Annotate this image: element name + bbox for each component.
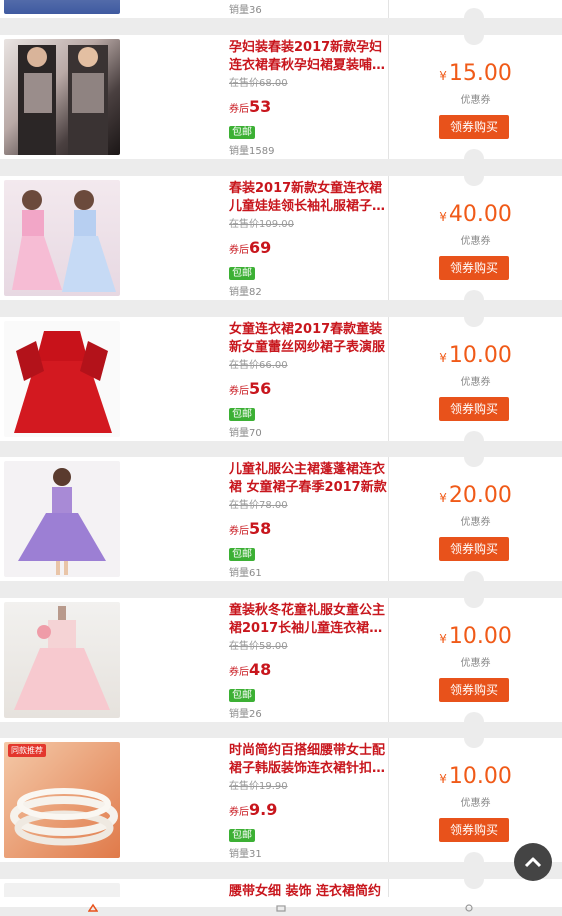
coupon-value: ¥15.00 (439, 61, 512, 86)
buy-button[interactable]: 领券购买 (439, 115, 509, 139)
coupon-label: 优惠券 (460, 236, 491, 247)
product-image[interactable] (4, 180, 120, 296)
notch (464, 447, 484, 467)
product-title[interactable]: 女童连衣裙2017春款童装新女童蕾丝网纱裙子表演服 (229, 321, 387, 357)
coupon-label: 优惠券 (460, 798, 491, 809)
product-card[interactable]: 春装2017新款女童连衣裙儿童娃娃领长袖礼服裙子公主裙 在售价109.00 券后… (0, 166, 562, 310)
buy-button[interactable]: 领券购买 (439, 397, 509, 421)
buy-button[interactable]: 领券购买 (439, 818, 509, 842)
sales-count: 销量61 (229, 568, 262, 579)
product-image[interactable] (4, 321, 120, 437)
coupon-value: ¥10.00 (439, 764, 512, 789)
free-shipping-badge: 包邮 (229, 829, 255, 842)
coupon-after-price: 券后56 (229, 379, 272, 398)
product-card-partial-top[interactable]: 销量36 (0, 0, 562, 28)
coupon-label: 优惠券 (460, 95, 491, 106)
original-price: 在售价58.00 (229, 641, 288, 652)
coupon-after-price: 券后58 (229, 519, 272, 538)
product-title[interactable]: 童装秋冬花童礼服女童公主裙2017长袖儿童连衣裙纱裙 (229, 602, 387, 638)
sales-count: 销量31 (229, 849, 262, 860)
bottom-tab-bar (0, 897, 562, 912)
product-card[interactable]: 同款推荐 时尚简约百搭细腰带女士配裙子韩版装饰连衣裙针扣皮带 在售价19.90 … (0, 728, 562, 872)
original-price: 在售价68.00 (229, 78, 288, 89)
buy-button[interactable]: 领券购买 (439, 256, 509, 280)
product-title[interactable]: 儿童礼服公主裙蓬蓬裙连衣裙 女童裙子春季2017新款 (229, 461, 387, 497)
buy-button[interactable]: 领券购买 (439, 678, 509, 702)
product-image[interactable] (4, 39, 120, 155)
notch (464, 25, 484, 45)
product-title[interactable]: 春装2017新款女童连衣裙儿童娃娃领长袖礼服裙子公主裙 (229, 180, 387, 216)
free-shipping-badge: 包邮 (229, 126, 255, 139)
product-image[interactable]: 同款推荐 (4, 742, 120, 858)
sales-count: 销量1589 (229, 146, 275, 157)
coupon-label: 优惠券 (460, 658, 491, 669)
coupon-after-price: 券后53 (229, 97, 272, 116)
back-to-top-button[interactable] (514, 843, 552, 881)
coupon-panel: ¥10.00 优惠券 领券购买 (389, 588, 562, 732)
notch (464, 588, 484, 608)
coupon-value: ¥10.00 (439, 624, 512, 649)
coupon-panel: ¥40.00 优惠券 领券购买 (389, 166, 562, 310)
product-title[interactable]: 时尚简约百搭细腰带女士配裙子韩版装饰连衣裙针扣皮带 (229, 742, 387, 778)
coupon-panel: ¥20.00 优惠券 领券购买 (389, 447, 562, 591)
product-card[interactable]: 女童连衣裙2017春款童装新女童蕾丝网纱裙子表演服 在售价66.00 券后56 … (0, 307, 562, 451)
notch (464, 307, 484, 327)
product-image[interactable] (4, 461, 120, 577)
notch (464, 869, 484, 889)
coupon-value: ¥10.00 (439, 343, 512, 368)
coupon-after-price: 券后48 (229, 660, 272, 679)
notch (464, 166, 484, 186)
original-price: 在售价109.00 (229, 219, 294, 230)
free-shipping-badge: 包邮 (229, 267, 255, 280)
buy-button[interactable]: 领券购买 (439, 537, 509, 561)
product-image[interactable] (4, 0, 120, 14)
product-image[interactable] (4, 602, 120, 718)
product-card[interactable]: 孕妇装春装2017新款孕妇连衣裙春秋孕妇裙夏装哺乳裙 在售价68.00 券后53… (0, 25, 562, 169)
promo-badge: 同款推荐 (8, 744, 46, 757)
profile-tab-icon[interactable] (464, 897, 474, 912)
free-shipping-badge: 包邮 (229, 408, 255, 421)
coupon-value: ¥20.00 (439, 483, 512, 508)
sales-count: 销量70 (229, 428, 262, 439)
coupon-value: ¥40.00 (439, 202, 512, 227)
coupon-label: 优惠券 (460, 377, 491, 388)
category-tab-icon[interactable] (276, 897, 286, 912)
original-price: 在售价78.00 (229, 500, 288, 511)
coupon-panel: ¥15.00 优惠券 领券购买 (389, 25, 562, 169)
original-price: 在售价19.90 (229, 781, 288, 792)
product-title[interactable]: 孕妇装春装2017新款孕妇连衣裙春秋孕妇裙夏装哺乳裙 (229, 39, 387, 75)
sales-count: 销量82 (229, 287, 262, 298)
free-shipping-badge: 包邮 (229, 689, 255, 702)
product-card[interactable]: 童装秋冬花童礼服女童公主裙2017长袖儿童连衣裙纱裙 在售价58.00 券后48… (0, 588, 562, 732)
sales-count: 销量26 (229, 709, 262, 720)
original-price: 在售价66.00 (229, 360, 288, 371)
home-tab-icon[interactable] (87, 897, 99, 912)
coupon-after-price: 券后69 (229, 238, 272, 257)
notch (464, 728, 484, 748)
coupon-label: 优惠券 (460, 517, 491, 528)
chevron-up-icon (524, 857, 542, 868)
coupon-after-price: 券后9.9 (229, 800, 278, 819)
free-shipping-badge: 包邮 (229, 548, 255, 561)
product-card[interactable]: 儿童礼服公主裙蓬蓬裙连衣裙 女童裙子春季2017新款 在售价78.00 券后58… (0, 447, 562, 591)
coupon-panel: ¥10.00 优惠券 领券购买 (389, 307, 562, 451)
sales-count: 销量36 (229, 5, 262, 16)
